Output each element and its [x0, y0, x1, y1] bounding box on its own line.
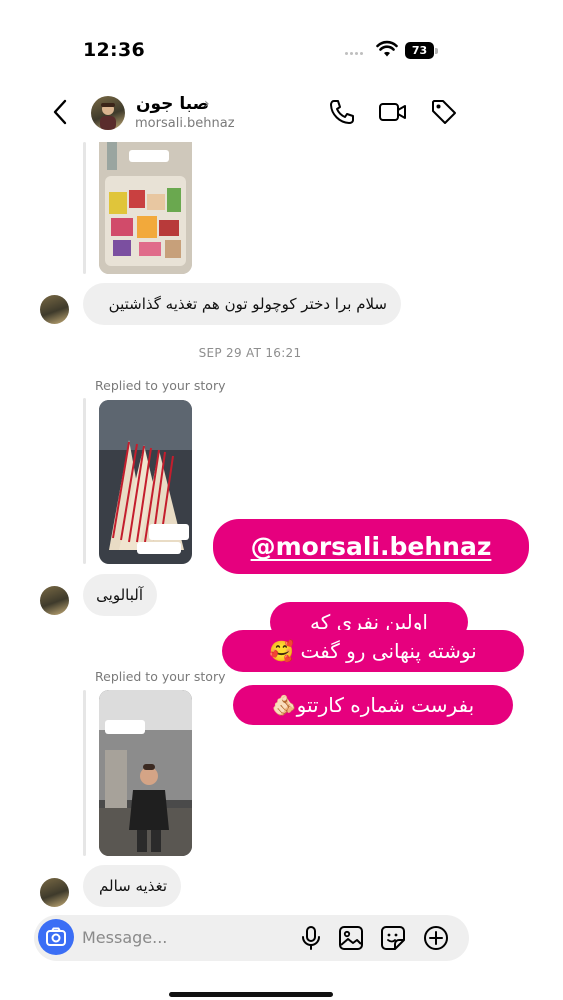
battery-icon: 73	[405, 42, 438, 59]
overlay-line-3: بفرست شماره کارتتو🫵🏻	[233, 685, 513, 725]
sticker-icon[interactable]	[380, 925, 406, 951]
overlay-handle: @morsali.behnaz	[213, 519, 529, 574]
wifi-icon	[376, 40, 398, 57]
status-time: 12:36	[83, 39, 145, 61]
message-input[interactable]	[82, 915, 282, 961]
message-bubble[interactable]: سلام برا دختر کوچولو تون هم تغذیه گذاشتی…	[83, 283, 401, 325]
chevron-right-icon[interactable]: ›	[204, 96, 210, 112]
chat-header: صبا جون › morsali.behnaz	[0, 82, 563, 142]
story-reply-bar	[83, 690, 86, 856]
back-icon[interactable]	[48, 98, 72, 126]
replied-label: Replied to your story	[95, 378, 226, 393]
story-thumbnail[interactable]	[99, 690, 192, 856]
story-thumbnail[interactable]	[99, 400, 192, 564]
message-bubble[interactable]: تغذیه سالم	[83, 865, 181, 907]
plus-icon[interactable]	[423, 925, 449, 951]
avatar[interactable]	[40, 878, 69, 907]
mic-icon[interactable]	[298, 925, 324, 951]
gallery-icon[interactable]	[338, 925, 364, 951]
replied-label: Replied to your story	[95, 669, 226, 684]
contact-username[interactable]: morsali.behnaz	[135, 116, 235, 131]
avatar[interactable]	[40, 295, 69, 324]
story-thumbnail[interactable]	[99, 142, 192, 274]
tag-icon[interactable]	[430, 98, 458, 126]
phone-icon[interactable]	[328, 98, 356, 126]
status-bar: 12:36 73	[0, 0, 563, 90]
avatar[interactable]	[91, 96, 125, 130]
message-bubble[interactable]: آلبالویی	[83, 574, 157, 616]
contact-name[interactable]: صبا جون	[136, 94, 209, 114]
avatar[interactable]	[40, 586, 69, 615]
camera-button[interactable]	[38, 919, 74, 955]
video-icon[interactable]	[378, 98, 408, 126]
story-reply-bar	[83, 142, 86, 274]
camera-icon	[46, 927, 66, 946]
battery-level: 73	[411, 44, 428, 57]
message-composer	[34, 915, 469, 961]
timestamp: SEP 29 AT 16:21	[198, 346, 302, 360]
signal-icon	[345, 52, 363, 55]
home-indicator[interactable]	[169, 992, 333, 997]
story-reply-bar	[83, 398, 86, 564]
overlay-line-2: نوشته پنهانی رو گفت 🥰	[222, 630, 524, 672]
